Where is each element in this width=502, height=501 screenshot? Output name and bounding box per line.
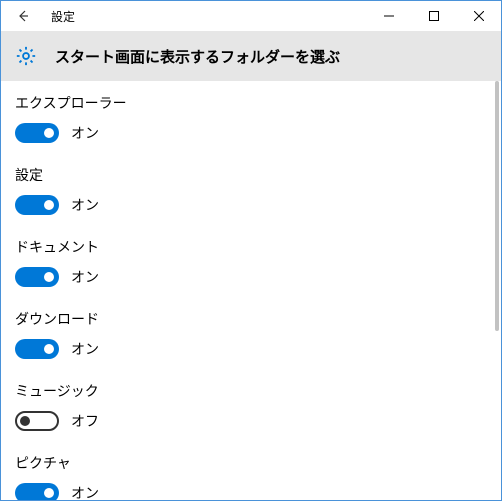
toggle-music[interactable] xyxy=(15,411,59,431)
scrollbar-track[interactable] xyxy=(485,81,501,500)
page-header: スタート画面に表示するフォルダーを選ぶ xyxy=(1,31,501,81)
window-controls xyxy=(366,1,501,31)
setting-label: ドキュメント xyxy=(15,237,487,257)
arrow-left-icon xyxy=(15,8,31,24)
gear-icon xyxy=(15,45,37,67)
settings-window: 設定 xyxy=(0,0,502,501)
minimize-button[interactable] xyxy=(366,1,411,31)
toggle-pictures[interactable] xyxy=(15,483,59,500)
scrollbar-thumb[interactable] xyxy=(495,81,499,331)
back-button[interactable] xyxy=(1,1,45,31)
toggle-settings[interactable] xyxy=(15,195,59,215)
setting-label: ミュージック xyxy=(15,381,487,401)
setting-label: エクスプローラー xyxy=(15,93,487,113)
toggle-explorer[interactable] xyxy=(15,123,59,143)
close-icon xyxy=(474,11,484,21)
toggle-state-text: オン xyxy=(71,195,99,215)
toggle-downloads[interactable] xyxy=(15,339,59,359)
page-title: スタート画面に表示するフォルダーを選ぶ xyxy=(55,46,340,67)
toggle-documents[interactable] xyxy=(15,267,59,287)
setting-documents: ドキュメント オン xyxy=(15,237,487,287)
setting-label: 設定 xyxy=(15,165,487,185)
toggle-state-text: オン xyxy=(71,267,99,287)
toggle-state-text: オン xyxy=(71,339,99,359)
setting-explorer: エクスプローラー オン xyxy=(15,93,487,143)
minimize-icon xyxy=(384,11,394,21)
maximize-button[interactable] xyxy=(411,1,456,31)
setting-music: ミュージック オフ xyxy=(15,381,487,431)
setting-label: ダウンロード xyxy=(15,309,487,329)
setting-settings: 設定 オン xyxy=(15,165,487,215)
settings-list: エクスプローラー オン 設定 オン ドキュメント オン xyxy=(1,81,501,500)
content-area: エクスプローラー オン 設定 オン ドキュメント オン xyxy=(1,81,501,500)
setting-label: ピクチャ xyxy=(15,453,487,473)
titlebar: 設定 xyxy=(1,1,501,31)
toggle-state-text: オン xyxy=(71,123,99,143)
window-title: 設定 xyxy=(51,8,75,25)
setting-pictures: ピクチャ オン xyxy=(15,453,487,500)
close-button[interactable] xyxy=(456,1,501,31)
maximize-icon xyxy=(429,11,439,21)
setting-downloads: ダウンロード オン xyxy=(15,309,487,359)
toggle-state-text: オン xyxy=(71,483,99,500)
toggle-state-text: オフ xyxy=(71,411,99,431)
